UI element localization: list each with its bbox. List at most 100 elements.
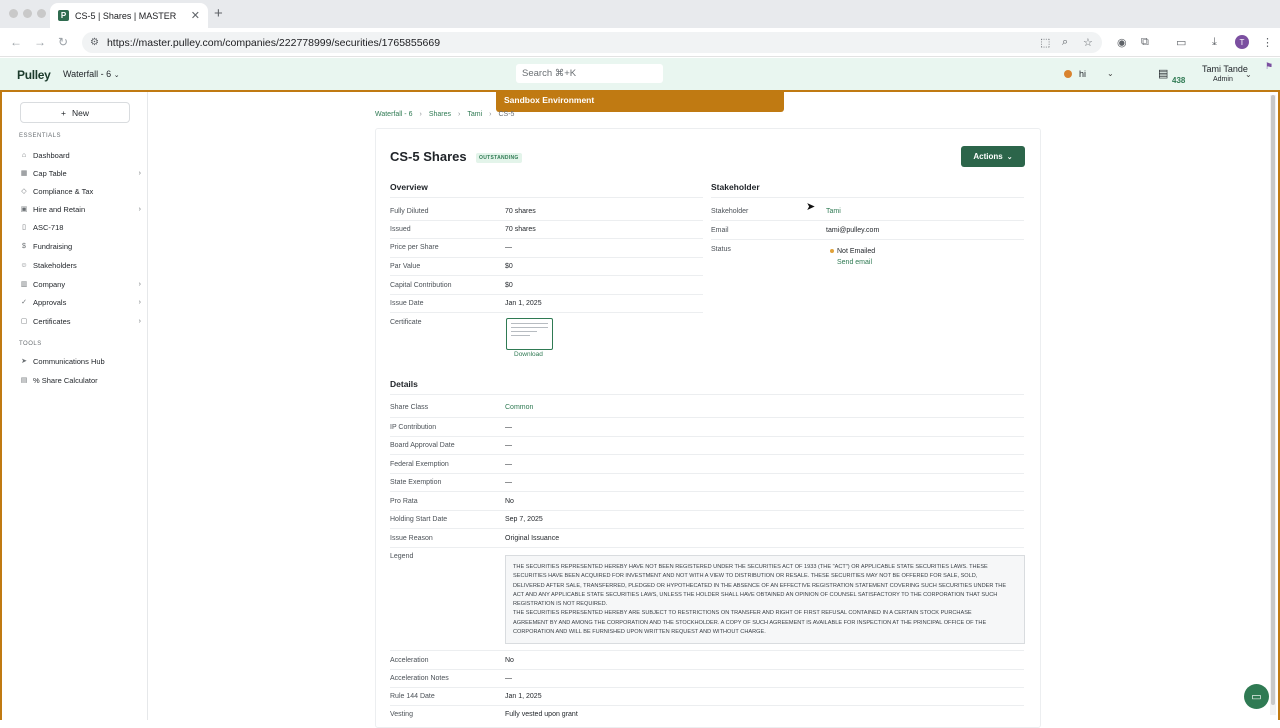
url-text: https://master.pulley.com/companies/2227… — [106, 36, 441, 49]
row-divider — [390, 294, 703, 295]
share-class-link[interactable]: Common — [505, 404, 533, 411]
sidebar-item-approvals[interactable]: ✓ Approvals › — [19, 295, 141, 309]
sidebar-item-communications-hub[interactable]: ➤ Communications Hub — [19, 354, 141, 368]
sidebar-item-cap-table[interactable]: ▦ Cap Table › — [19, 166, 141, 180]
thumb-line — [511, 335, 530, 336]
browser-tab[interactable]: P CS-5 | Shares | MASTER ✕ — [50, 3, 208, 28]
row-divider — [390, 275, 703, 276]
sidebar-item-label: Cap Table — [33, 168, 67, 178]
row-divider — [390, 417, 1024, 418]
sidebar-item-company[interactable]: ▥ Company › — [19, 277, 141, 291]
thumb-line — [511, 327, 548, 328]
chevron-down-icon[interactable]: ⌄ — [1107, 69, 1114, 78]
status-badge: OUTSTANDING — [476, 153, 522, 163]
field-value: — — [505, 461, 512, 468]
reload-icon[interactable]: ↻ — [58, 35, 68, 49]
sidebar-item-label: Approvals — [33, 297, 67, 307]
actions-button[interactable]: Actions ⌄ — [961, 146, 1025, 167]
download-certificate-link[interactable]: Download — [514, 351, 543, 358]
window-minimize-dot[interactable] — [23, 9, 32, 18]
browser-tab-bar: P CS-5 | Shares | MASTER ✕ + — [0, 0, 1280, 28]
bookmark-star-icon[interactable]: ☆ — [1083, 36, 1093, 49]
field-label: Acceleration — [390, 657, 429, 664]
close-tab-icon[interactable]: ✕ — [191, 9, 200, 22]
sidebar-item-label: Hire and Retain — [33, 204, 86, 214]
flag-icon[interactable]: ⚑ — [1265, 61, 1273, 72]
breadcrumb-company[interactable]: Waterfall - 6 — [375, 111, 412, 118]
puzzle-icon[interactable]: ⧉ — [1141, 36, 1149, 49]
back-icon[interactable]: ← — [10, 35, 22, 49]
breadcrumb-separator: › — [419, 111, 422, 118]
tasks-icon[interactable]: ▤ — [1158, 67, 1168, 80]
essentials-section-label: ESSENTIALS — [19, 133, 62, 139]
profile-avatar[interactable]: T — [1235, 35, 1249, 49]
sidebar-item-label: Dashboard — [33, 150, 70, 160]
chevron-right-icon: › — [138, 169, 141, 177]
status-indicator[interactable]: hi — [1064, 69, 1086, 79]
breadcrumb-stakeholder[interactable]: Tami — [467, 111, 482, 118]
site-settings-icon[interactable]: ⚙ — [90, 37, 99, 48]
field-label: State Exemption — [390, 479, 442, 486]
send-email-link[interactable]: Send email — [837, 259, 872, 266]
breadcrumb-separator: › — [489, 111, 492, 118]
overview-heading: Overview — [390, 182, 428, 192]
tools-section-label: TOOLS — [19, 341, 42, 347]
scrollbar-thumb[interactable] — [1271, 95, 1275, 705]
window-maximize-dot[interactable] — [37, 9, 46, 18]
company-switcher[interactable]: Waterfall - 6 ⌄ — [63, 69, 120, 79]
sidebar-item-hire-retain[interactable]: ▣ Hire and Retain › — [19, 202, 141, 216]
download-icon[interactable]: ⤓ — [1212, 36, 1217, 49]
sidebar-item-label: Company — [33, 279, 66, 289]
chevron-down-icon[interactable]: ⌄ — [1245, 70, 1252, 79]
email-value: tami@pulley.com — [826, 227, 880, 234]
field-value: Fully vested upon grant — [505, 711, 578, 718]
field-value: — — [505, 675, 512, 682]
field-label: Fully Diluted — [390, 208, 429, 215]
certificate-icon: ▢ — [20, 318, 28, 325]
field-label: Price per Share — [390, 244, 439, 251]
chat-bubble-icon[interactable]: ▭ — [1244, 684, 1269, 709]
sidebar-item-stakeholders[interactable]: ☺ Stakeholders — [19, 258, 141, 272]
field-label: Issue Reason — [390, 535, 433, 542]
chevron-right-icon: › — [138, 317, 141, 325]
status-text: hi — [1079, 69, 1087, 79]
pulley-logo[interactable]: Pulley — [17, 68, 51, 82]
sidebar-item-dashboard[interactable]: ⌂ Dashboard — [19, 148, 141, 162]
address-bar[interactable]: ⚙ https://master.pulley.com/companies/22… — [82, 32, 1102, 53]
zoom-icon[interactable]: ⌕ — [1062, 36, 1068, 49]
forward-icon[interactable]: → — [34, 35, 46, 49]
sidebar-item-share-calculator[interactable]: ▤ % Share Calculator — [19, 373, 141, 387]
row-divider — [390, 491, 1024, 492]
browser-menu-icon[interactable]: ⋮ — [1262, 36, 1273, 49]
users-icon: ☺ — [20, 261, 28, 269]
field-label: Certificate — [390, 319, 422, 326]
field-label: Stakeholder — [711, 208, 749, 215]
window-close-dot[interactable] — [9, 9, 18, 18]
sidebar-item-label: Fundraising — [33, 241, 73, 251]
field-label: Capital Contribution — [390, 282, 452, 289]
page-scrollbar[interactable] — [1270, 95, 1276, 715]
install-app-icon[interactable]: ⬚ — [1040, 36, 1050, 49]
sidebar-item-asc718[interactable]: ▯ ASC-718 — [19, 220, 141, 234]
new-tab-icon[interactable]: + — [214, 5, 223, 22]
certificate-thumbnail[interactable] — [506, 318, 553, 350]
field-value: 70 shares — [505, 208, 536, 215]
sidebar-item-label: Stakeholders — [33, 260, 77, 270]
sandbox-banner: Sandbox Environment — [496, 91, 784, 112]
task-count-badge: 438 — [1172, 76, 1186, 85]
tab-search-icon[interactable]: ▭ — [1176, 36, 1186, 49]
email-status-text: Not Emailed — [837, 248, 876, 255]
extension-icon[interactable]: ◉ — [1117, 36, 1127, 49]
breadcrumb-shares[interactable]: Shares — [429, 111, 451, 118]
actions-button-label: Actions — [973, 152, 1003, 161]
field-label: Legend — [390, 553, 414, 560]
user-name[interactable]: Tami Tande — [1202, 64, 1248, 74]
new-button[interactable]: + New — [20, 102, 130, 123]
row-divider — [390, 528, 1024, 529]
sidebar-item-fundraising[interactable]: $ Fundraising — [19, 239, 141, 253]
search-input[interactable]: Search ⌘+K — [516, 64, 663, 83]
stakeholder-link[interactable]: Tami — [826, 208, 841, 215]
breadcrumb: Waterfall - 6 › Shares › Tami › CS-5 — [375, 111, 514, 118]
sidebar-item-certificates[interactable]: ▢ Certificates › — [19, 314, 141, 328]
sidebar-item-compliance[interactable]: ◇ Compliance & Tax — [19, 184, 141, 198]
